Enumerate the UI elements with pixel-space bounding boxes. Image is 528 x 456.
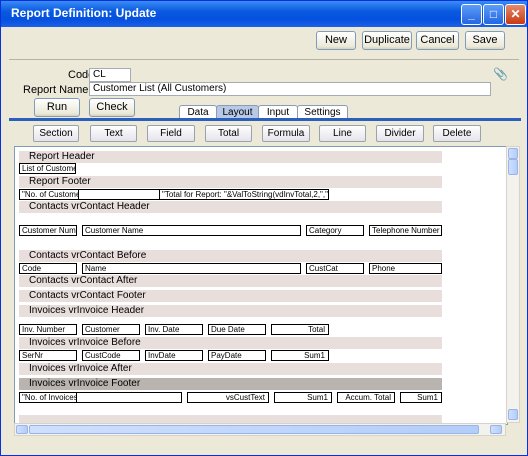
text-total[interactable]: Total — [271, 324, 329, 335]
field-button[interactable]: Field — [147, 125, 195, 142]
text-customer-number[interactable]: Customer Number — [19, 225, 77, 236]
field-code[interactable]: Code — [19, 263, 77, 274]
formula-no-of-customers[interactable]: "No. of Customers: "&ValToString(viCustC… — [19, 189, 79, 200]
toolbar-divider — [9, 59, 519, 60]
formula-invoice-count-value[interactable] — [76, 392, 182, 403]
attachment-icon[interactable]: 📎 — [493, 67, 508, 81]
field-vscusttext[interactable]: vsCustText — [187, 392, 269, 403]
scroll-up-button[interactable] — [508, 148, 518, 159]
field-sum1-footer[interactable]: Sum1 — [274, 392, 332, 403]
field-sernr[interactable]: SerNr — [19, 350, 77, 361]
band-contacts-footer[interactable]: Contacts vrContact Footer — [19, 290, 442, 302]
total-button[interactable]: Total — [205, 125, 252, 142]
toolbar: New Duplicate Cancel Save — [9, 31, 519, 57]
field-paydate[interactable]: PayDate — [208, 350, 266, 361]
window-title: Report Definition: Update — [11, 6, 157, 20]
maximize-button[interactable]: □ — [483, 4, 504, 25]
field-phone[interactable]: Phone — [369, 263, 442, 274]
field-sum1-accum[interactable]: Sum1 — [400, 392, 442, 403]
field-custcode[interactable]: CustCode — [82, 350, 140, 361]
field-custcat[interactable]: CustCat — [306, 263, 364, 274]
band-invoices-before[interactable]: Invoices vrInvoice Before — [19, 337, 442, 349]
text-telephone-number[interactable]: Telephone Number — [369, 225, 442, 236]
code-field[interactable]: CL — [89, 68, 131, 82]
band-contacts-before[interactable]: Contacts vrContact Before — [19, 250, 442, 262]
tab-layout[interactable]: Layout — [216, 105, 259, 119]
horizontal-scrollbar[interactable] — [14, 423, 506, 436]
close-icon: ✕ — [510, 7, 521, 21]
band-report-header[interactable]: Report Header — [19, 151, 442, 163]
text-list-of-customers[interactable]: List of Customers — [19, 163, 76, 174]
section-button[interactable]: Section — [33, 125, 79, 142]
divider-button[interactable]: Divider — [376, 125, 424, 142]
text-customer-name[interactable]: Customer Name — [82, 225, 301, 236]
new-button[interactable]: New — [316, 31, 356, 50]
report-name-label: Report Name — [23, 84, 89, 96]
text-button[interactable]: Text — [90, 125, 137, 142]
formula-no-of-invoices[interactable]: "No. of Invoices: "&ValToString(viInvCou… — [19, 392, 77, 403]
formula-total-for-report[interactable]: "Total for Report: "&ValToString(vdInvTo… — [159, 189, 329, 200]
band-invoices-header[interactable]: Invoices vrInvoice Header — [19, 305, 442, 317]
band-invoices-footer[interactable]: Invoices vrInvoice Footer — [19, 378, 442, 390]
tab-data[interactable]: Data — [179, 105, 217, 119]
text-category[interactable]: Category — [306, 225, 364, 236]
minimize-button[interactable]: _ — [461, 4, 482, 25]
band-invoices-after[interactable]: Invoices vrInvoice After — [19, 363, 442, 375]
band-contacts-after[interactable]: Contacts vrContact After — [19, 275, 442, 287]
minimize-icon: _ — [468, 7, 475, 21]
text-inv-number[interactable]: Inv. Number — [19, 324, 77, 335]
text-due-date[interactable]: Due Date — [208, 324, 266, 335]
duplicate-button[interactable]: Duplicate — [362, 31, 412, 50]
formula-button[interactable]: Formula — [262, 125, 310, 142]
tab-underline — [9, 118, 521, 121]
text-inv-date[interactable]: Inv. Date — [145, 324, 203, 335]
band-report-footer[interactable]: Report Footer — [19, 176, 442, 188]
layout-canvas[interactable]: Report Header List of Customers Report F… — [14, 146, 508, 425]
report-definition-window: Report Definition: Update _ □ ✕ New Dupl… — [0, 0, 528, 456]
horizontal-scroll-thumb[interactable] — [29, 425, 479, 434]
title-bar[interactable]: Report Definition: Update _ □ ✕ — [1, 1, 527, 27]
close-button[interactable]: ✕ — [505, 4, 526, 25]
check-button[interactable]: Check — [89, 98, 135, 117]
scroll-down-button[interactable] — [508, 409, 518, 420]
formula-customer-count-value[interactable] — [78, 189, 160, 200]
text-accum-total[interactable]: Accum. Total — [337, 392, 395, 403]
cancel-button[interactable]: Cancel — [416, 31, 459, 50]
tab-settings[interactable]: Settings — [297, 105, 348, 119]
field-name[interactable]: Name — [82, 263, 301, 274]
run-button[interactable]: Run — [34, 98, 80, 117]
tab-input[interactable]: Input — [258, 105, 298, 119]
line-button[interactable]: Line — [319, 125, 366, 142]
delete-button[interactable]: Delete — [433, 125, 481, 142]
vertical-scrollbar[interactable] — [506, 146, 520, 423]
text-customer[interactable]: Customer — [82, 324, 140, 335]
scroll-right-button[interactable] — [490, 425, 502, 434]
report-name-field[interactable]: Customer List (All Customers) — [89, 82, 491, 96]
field-sum1[interactable]: Sum1 — [271, 350, 329, 361]
maximize-icon: □ — [489, 7, 498, 21]
vertical-scroll-thumb[interactable] — [508, 159, 518, 175]
field-invdate[interactable]: InvDate — [145, 350, 203, 361]
scroll-left-button[interactable] — [16, 425, 28, 434]
band-contacts-header[interactable]: Contacts vrContact Header — [19, 201, 442, 213]
save-button[interactable]: Save — [465, 31, 505, 50]
